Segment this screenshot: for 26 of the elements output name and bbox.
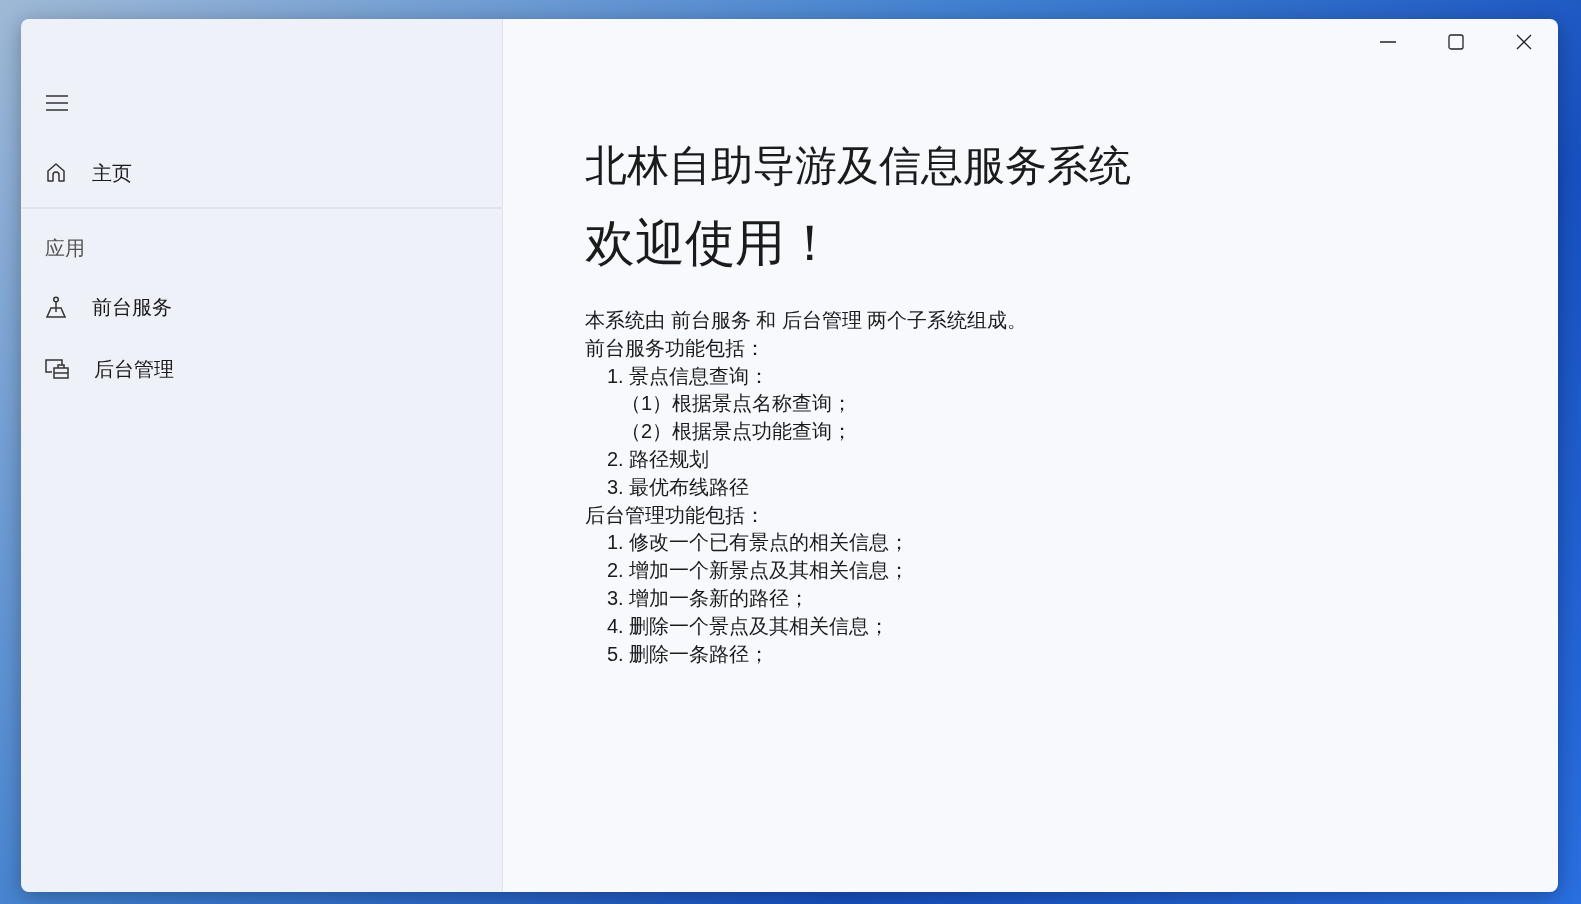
- close-icon: [1516, 34, 1532, 50]
- nav-item[interactable]: 前台服务: [27, 283, 496, 331]
- description-line: 本系统由 前台服务 和 后台管理 两个子系统组成。: [585, 308, 1029, 333]
- minimize-icon: [1380, 41, 1396, 43]
- description-line: 2. 路径规划: [606, 447, 711, 472]
- section-header: 应用: [44, 235, 86, 261]
- nav-item[interactable]: 主页: [27, 149, 496, 197]
- description-line: 3. 最优布线路径: [606, 474, 751, 500]
- person-pin-icon: [45, 296, 67, 318]
- home-icon: [45, 162, 67, 184]
- description-line: 4. 删除一个景点及其相关信息；: [606, 613, 891, 639]
- description-line: 1. 修改一个已有景点的相关信息；: [606, 530, 911, 556]
- maximize-icon: [1448, 34, 1464, 50]
- description-line: （2）根据景点功能查询；: [620, 419, 854, 445]
- nav-item[interactable]: 后台管理: [27, 345, 496, 393]
- monitor-briefcase-icon: [45, 358, 69, 380]
- menu-icon: [45, 94, 69, 112]
- description-line: 3. 增加一条新的路径；: [606, 585, 811, 611]
- description-line: 1. 景点信息查询：: [606, 363, 771, 389]
- description-line: 5. 删除一条路径；: [606, 641, 771, 667]
- description-line: 2. 增加一个新景点及其相关信息；: [606, 558, 911, 584]
- description-line: （1）根据景点名称查询；: [620, 391, 854, 417]
- welcome-heading: 欢迎使用！: [585, 214, 836, 273]
- description-line: 后台管理功能包括：: [585, 502, 766, 528]
- page-title: 北林自助导游及信息服务系统: [585, 141, 1132, 191]
- description-line: 前台服务功能包括：: [585, 335, 766, 361]
